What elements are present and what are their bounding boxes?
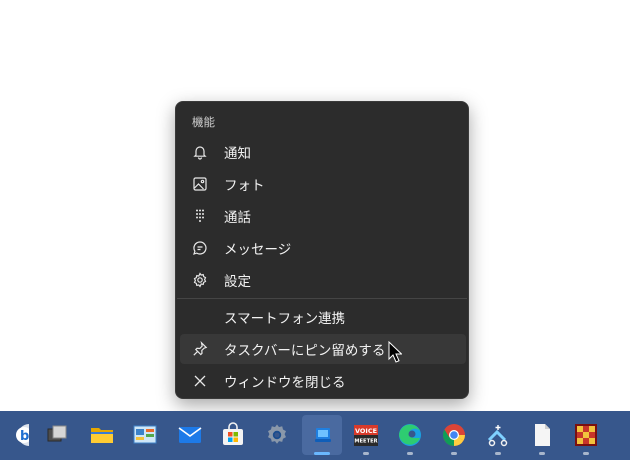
taskbar-mail-button[interactable] <box>170 415 210 455</box>
voicemeeter-icon: VOICE MEETER <box>354 425 378 446</box>
control-panel-icon <box>133 425 157 444</box>
chrome-icon <box>443 424 465 446</box>
microsoft-store-icon <box>223 422 243 445</box>
file-explorer-icon <box>91 428 113 443</box>
close-icon <box>191 372 209 390</box>
bell-icon <box>191 143 209 161</box>
running-indicator <box>363 452 369 455</box>
desktop-switcher-icon <box>47 425 67 442</box>
taskbar-file-explorer-button[interactable] <box>82 415 122 455</box>
taskbar-control-panel-button[interactable] <box>125 415 165 455</box>
edge-icon <box>399 424 421 446</box>
dialpad-icon <box>191 207 209 225</box>
snipping-tool-icon <box>487 425 508 447</box>
context-menu: 機能 通知 フォト 通話 メッセージ 設定 スマートフォン連携 タスクバーにピン… <box>175 101 469 399</box>
menu-item-label: 設定 <box>224 274 251 290</box>
menu-item-label: 通知 <box>224 146 251 162</box>
voicemeeter-top-text: VOICE <box>355 427 377 435</box>
menu-item-photos[interactable]: フォト <box>180 169 466 199</box>
notepad-icon <box>535 424 550 446</box>
active-indicator <box>314 452 330 455</box>
menu-item-label: フォト <box>224 178 265 194</box>
taskbar-settings-button[interactable] <box>257 415 297 455</box>
menu-item-label: スマートフォン連携 <box>224 311 346 327</box>
menu-separator <box>177 298 467 299</box>
taskbar-bing-button[interactable]: b <box>0 415 36 455</box>
settings-icon <box>268 424 286 444</box>
svg-text:b: b <box>20 429 29 444</box>
menu-item-app-name[interactable]: スマートフォン連携 <box>180 302 466 332</box>
menu-item-label: タスクバーにピン留めする <box>224 343 386 359</box>
running-indicator <box>495 452 501 455</box>
menu-item-calls[interactable]: 通話 <box>180 201 466 231</box>
taskbar-notepad-button[interactable] <box>522 415 562 455</box>
taskbar-game-button[interactable] <box>566 415 606 455</box>
mouse-cursor-icon <box>388 341 402 363</box>
menu-item-messages[interactable]: メッセージ <box>180 233 466 263</box>
bing-icon: b <box>16 424 29 446</box>
taskbar-snipping-tool-button[interactable] <box>478 415 518 455</box>
running-indicator <box>583 452 589 455</box>
menu-item-close-window[interactable]: ウィンドウを閉じる <box>180 366 466 396</box>
taskbar-chrome-button[interactable] <box>434 415 474 455</box>
message-icon <box>191 239 209 257</box>
taskbar-voicemeeter-button[interactable]: VOICE MEETER <box>346 415 386 455</box>
taskbar-microsoft-store-button[interactable] <box>213 415 253 455</box>
running-indicator <box>451 452 457 455</box>
game-icon <box>575 424 597 446</box>
running-indicator <box>407 452 413 455</box>
menu-item-settings[interactable]: 設定 <box>180 265 466 295</box>
taskbar: b VOICE MEETER <box>0 411 630 460</box>
gear-icon <box>191 271 209 289</box>
menu-item-label: ウィンドウを閉じる <box>224 375 346 391</box>
voicemeeter-bottom-text: MEETER <box>354 439 377 445</box>
taskbar-edge-button[interactable] <box>390 415 430 455</box>
mail-icon <box>178 427 202 443</box>
menu-item-pin-to-taskbar[interactable]: タスクバーにピン留めする <box>180 334 466 364</box>
photo-icon <box>191 175 209 193</box>
menu-item-label: メッセージ <box>224 242 292 258</box>
menu-item-label: 通話 <box>224 210 251 226</box>
taskbar-desktop-switcher-button[interactable] <box>37 415 77 455</box>
taskbar-phone-link-button[interactable] <box>302 415 342 455</box>
phone-link-icon <box>315 428 331 442</box>
running-indicator <box>539 452 545 455</box>
menu-item-notifications[interactable]: 通知 <box>180 137 466 167</box>
pin-icon <box>191 340 209 358</box>
menu-section-header: 機能 <box>192 115 215 129</box>
